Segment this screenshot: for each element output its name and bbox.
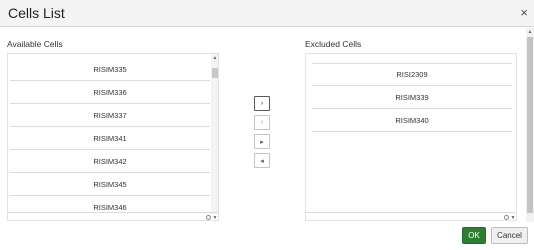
available-cells-list[interactable]: RISIM335 RISIM336 RISIM337 RISIM341 RISI… [7,53,219,221]
scroll-down-icon[interactable]: ▼ [211,214,218,220]
cancel-button[interactable]: Cancel [491,227,528,244]
dialog-scrollbar[interactable]: ▲ [526,28,534,222]
list-item[interactable]: RISIM335 [10,58,210,81]
excluded-cells-list[interactable]: RISI2309 RISIM339 RISIM340 ▼ [305,53,517,221]
list-item[interactable]: RISI2309 [312,63,512,86]
move-right-button[interactable]: › [254,96,270,111]
scroll-thumb[interactable] [527,37,533,213]
scroll-up-icon[interactable]: ▲ [526,28,534,36]
list-item[interactable]: RISIM336 [10,81,210,104]
resize-grip-icon[interactable] [206,215,211,220]
list-item[interactable]: RISIM342 [10,150,210,173]
ok-button[interactable]: OK [462,227,486,244]
resize-grip-icon[interactable] [504,215,509,220]
available-scrollbar[interactable]: ▲ [211,54,218,214]
available-cells-label: Available Cells [7,39,63,49]
dialog-header: Cells List × [0,0,534,27]
list-item[interactable]: RISIM341 [10,127,210,150]
list-item[interactable]: RISIM337 [10,104,210,127]
excluded-cells-label: Excluded Cells [305,39,362,49]
excluded-list-footer [306,212,516,220]
close-icon[interactable]: × [520,6,528,20]
dialog-title: Cells List [8,5,65,21]
list-item[interactable]: RISIM340 [312,109,512,132]
move-all-left-button[interactable]: ◂ [254,153,270,168]
available-list-footer [8,212,218,220]
scroll-thumb[interactable] [212,68,218,78]
scroll-up-icon[interactable]: ▲ [211,54,218,62]
list-item[interactable]: RISIM339 [312,86,512,109]
move-left-button[interactable]: ‹ [254,115,270,130]
list-item[interactable]: RISIM345 [10,173,210,196]
scroll-down-icon[interactable]: ▼ [509,214,516,220]
move-all-right-button[interactable]: ▸ [254,134,270,149]
